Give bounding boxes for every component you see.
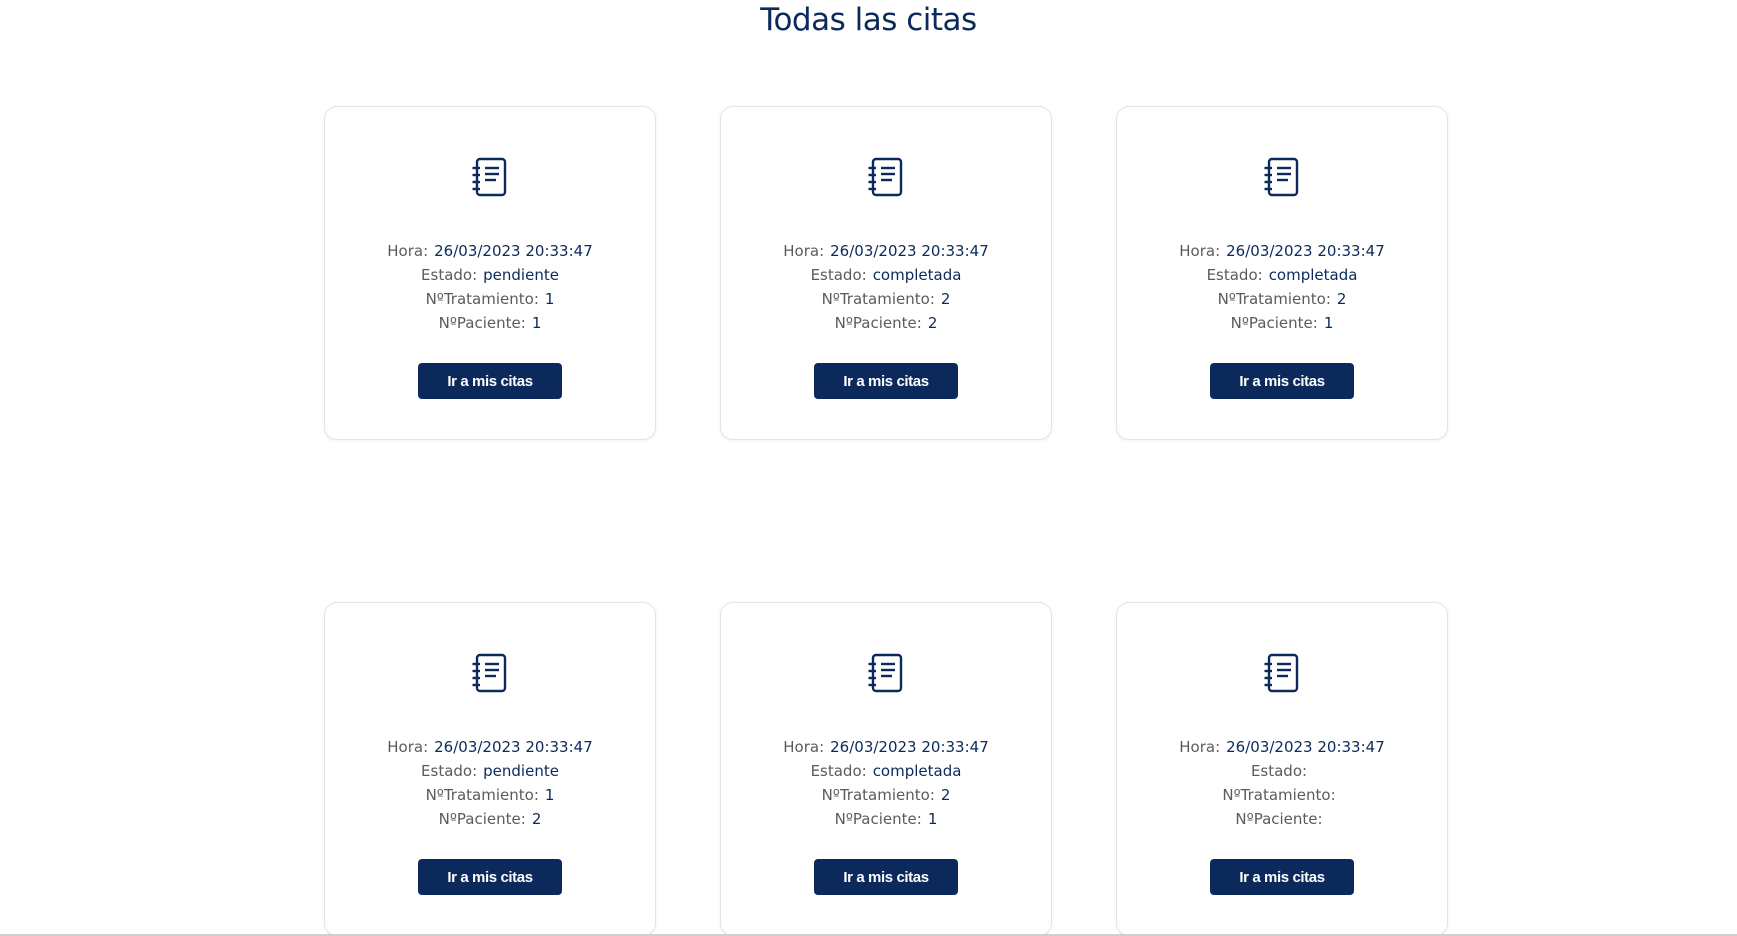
paciente-row: NºPaciente: 2	[835, 311, 938, 335]
notebook-icon	[1264, 653, 1299, 693]
hora-row: Hora: 26/03/2023 20:33:47	[387, 735, 592, 759]
appointment-info: Hora: 26/03/2023 20:33:47 Estado: completa…	[783, 735, 988, 831]
estado-value: pendiente	[483, 762, 559, 780]
estado-value: completada	[872, 762, 962, 780]
appointment-info: Hora: 26/03/2023 20:33:47 Estado: pendient…	[387, 735, 592, 831]
go-to-my-appointments-button[interactable]: Ir a mis citas	[418, 859, 562, 895]
estado-label: Estado:	[1250, 762, 1308, 780]
tratamiento-value: 2	[940, 786, 951, 804]
paciente-label: NºPaciente:	[834, 810, 922, 828]
paciente-row: NºPaciente:	[1235, 807, 1328, 831]
estado-row: Estado: completada	[811, 759, 962, 783]
tratamiento-value: 2	[940, 290, 951, 308]
appointment-card: Hora: 26/03/2023 20:33:47 Estado: completa…	[1116, 106, 1448, 440]
go-to-my-appointments-button[interactable]: Ir a mis citas	[1210, 859, 1354, 895]
tratamiento-row: NºTratamiento: 1	[426, 287, 555, 311]
paciente-label: NºPaciente:	[834, 314, 922, 332]
notebook-icon	[868, 157, 903, 197]
notebook-icon	[472, 653, 507, 693]
appointment-info: Hora: 26/03/2023 20:33:47 Estado: completa…	[1179, 239, 1384, 335]
tratamiento-label: NºTratamiento:	[425, 786, 539, 804]
paciente-label: NºPaciente:	[1230, 314, 1318, 332]
hora-row: Hora: 26/03/2023 20:33:47	[1179, 239, 1384, 263]
page-title: Todas las citas	[760, 2, 977, 38]
hora-value: 26/03/2023 20:33:47	[830, 738, 989, 756]
appointment-info: Hora: 26/03/2023 20:33:47 Estado: NºTrata…	[1179, 735, 1384, 831]
appointment-card: Hora: 26/03/2023 20:33:47 Estado: pendient…	[324, 106, 656, 440]
estado-label: Estado:	[1206, 266, 1263, 284]
estado-row: Estado: completada	[811, 263, 962, 287]
estado-label: Estado:	[421, 266, 478, 284]
paciente-value: 2	[927, 314, 938, 332]
tratamiento-row: NºTratamiento: 2	[1218, 287, 1347, 311]
tratamiento-row: NºTratamiento: 2	[822, 287, 951, 311]
appointments-page: Todas las citas Hora: 26/03/2023 20:33:47…	[0, 0, 1737, 936]
estado-row: Estado:	[1251, 759, 1313, 783]
notebook-icon	[1264, 157, 1299, 197]
paciente-row: NºPaciente: 1	[439, 311, 542, 335]
paciente-row: NºPaciente: 2	[439, 807, 542, 831]
go-to-my-appointments-button[interactable]: Ir a mis citas	[1210, 363, 1354, 399]
tratamiento-row: NºTratamiento:	[1222, 783, 1341, 807]
appointment-card: Hora: 26/03/2023 20:33:47 Estado: pendient…	[324, 602, 656, 936]
hora-label: Hora:	[1179, 738, 1221, 756]
appointment-info: Hora: 26/03/2023 20:33:47 Estado: pendient…	[387, 239, 592, 335]
hora-label: Hora:	[387, 242, 429, 260]
tratamiento-label: NºTratamiento:	[1222, 786, 1336, 804]
tratamiento-value: 1	[544, 786, 555, 804]
estado-label: Estado:	[810, 762, 867, 780]
appointment-card: Hora: 26/03/2023 20:33:47 Estado: completa…	[720, 106, 1052, 440]
paciente-label: NºPaciente:	[438, 810, 526, 828]
hora-value: 26/03/2023 20:33:47	[1226, 738, 1385, 756]
hora-row: Hora: 26/03/2023 20:33:47	[783, 239, 988, 263]
appointments-grid: Hora: 26/03/2023 20:33:47 Estado: pendient…	[324, 106, 1448, 936]
tratamiento-row: NºTratamiento: 1	[426, 783, 555, 807]
paciente-row: NºPaciente: 1	[835, 807, 938, 831]
tratamiento-value: 2	[1336, 290, 1347, 308]
paciente-row: NºPaciente: 1	[1231, 311, 1334, 335]
go-to-my-appointments-button[interactable]: Ir a mis citas	[814, 859, 958, 895]
tratamiento-label: NºTratamiento:	[821, 290, 935, 308]
paciente-value: 1	[1323, 314, 1334, 332]
paciente-value: 1	[927, 810, 938, 828]
go-to-my-appointments-button[interactable]: Ir a mis citas	[814, 363, 958, 399]
estado-value: pendiente	[483, 266, 559, 284]
tratamiento-label: NºTratamiento:	[821, 786, 935, 804]
hora-row: Hora: 26/03/2023 20:33:47	[387, 239, 592, 263]
hora-label: Hora:	[783, 738, 825, 756]
hora-row: Hora: 26/03/2023 20:33:47	[783, 735, 988, 759]
estado-row: Estado: completada	[1207, 263, 1358, 287]
paciente-label: NºPaciente:	[1235, 810, 1323, 828]
tratamiento-label: NºTratamiento:	[425, 290, 539, 308]
paciente-label: NºPaciente:	[438, 314, 526, 332]
hora-value: 26/03/2023 20:33:47	[1226, 242, 1385, 260]
estado-row: Estado: pendiente	[421, 263, 559, 287]
appointment-info: Hora: 26/03/2023 20:33:47 Estado: completa…	[783, 239, 988, 335]
tratamiento-value: 1	[544, 290, 555, 308]
hora-label: Hora:	[1179, 242, 1221, 260]
estado-value: completada	[1268, 266, 1358, 284]
tratamiento-label: NºTratamiento:	[1217, 290, 1331, 308]
hora-value: 26/03/2023 20:33:47	[830, 242, 989, 260]
paciente-value: 1	[531, 314, 542, 332]
hora-label: Hora:	[783, 242, 825, 260]
notebook-icon	[868, 653, 903, 693]
hora-label: Hora:	[387, 738, 429, 756]
hora-row: Hora: 26/03/2023 20:33:47	[1179, 735, 1384, 759]
appointment-card: Hora: 26/03/2023 20:33:47 Estado: completa…	[720, 602, 1052, 936]
appointment-card: Hora: 26/03/2023 20:33:47 Estado: NºTrata…	[1116, 602, 1448, 936]
hora-value: 26/03/2023 20:33:47	[434, 242, 593, 260]
estado-row: Estado: pendiente	[421, 759, 559, 783]
hora-value: 26/03/2023 20:33:47	[434, 738, 593, 756]
tratamiento-row: NºTratamiento: 2	[822, 783, 951, 807]
paciente-value: 2	[531, 810, 542, 828]
estado-label: Estado:	[421, 762, 478, 780]
notebook-icon	[472, 157, 507, 197]
estado-label: Estado:	[810, 266, 867, 284]
go-to-my-appointments-button[interactable]: Ir a mis citas	[418, 363, 562, 399]
estado-value: completada	[872, 266, 962, 284]
